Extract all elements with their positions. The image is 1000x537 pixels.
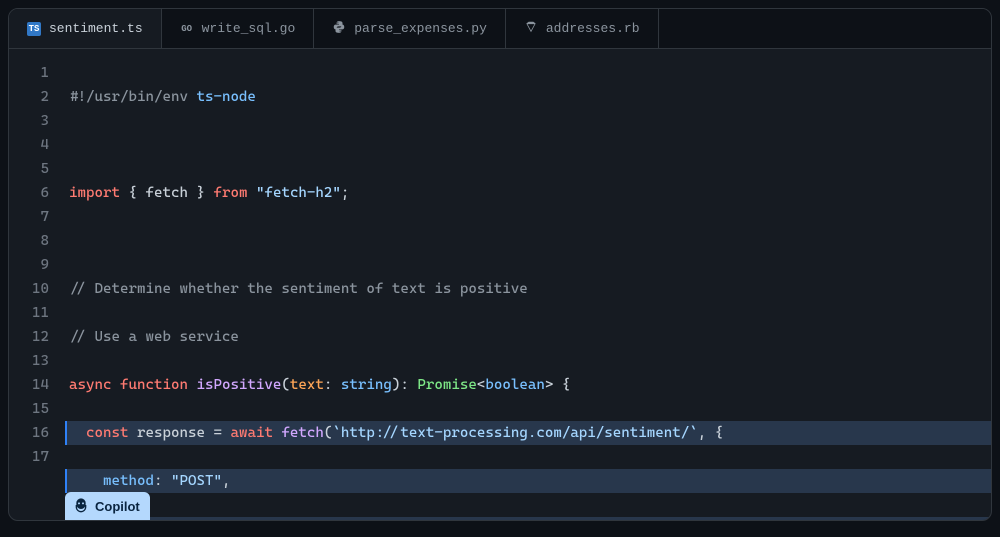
- line-number: 8: [9, 229, 49, 253]
- tab-label: addresses.rb: [546, 21, 640, 36]
- code-line: #!/usr/bin/env ts-node: [65, 85, 991, 109]
- copilot-badge[interactable]: Copilot: [65, 492, 150, 521]
- line-number: 11: [9, 301, 49, 325]
- code-line: // Use a web service: [65, 325, 991, 349]
- ruby-icon: [524, 20, 538, 38]
- code-line: method: "POST",: [65, 469, 991, 493]
- line-number: 13: [9, 349, 49, 373]
- tab-sentiment[interactable]: TS sentiment.ts: [9, 9, 162, 48]
- code-line: [65, 229, 991, 253]
- code-line: async function isPositive(text: string):…: [65, 373, 991, 397]
- code-area[interactable]: 1 2 3 4 5 6 7 8 9 10 11 12 13 14 15 16 1…: [9, 49, 991, 520]
- tab-parse-expenses[interactable]: parse_expenses.py: [314, 9, 506, 48]
- line-number: 7: [9, 205, 49, 229]
- code-line: [65, 133, 991, 157]
- tab-bar: TS sentiment.ts GO write_sql.go parse_ex…: [9, 9, 991, 49]
- python-icon: [332, 20, 346, 38]
- editor-window: TS sentiment.ts GO write_sql.go parse_ex…: [8, 8, 992, 521]
- copilot-label: Copilot: [95, 499, 140, 514]
- line-number: 1: [9, 61, 49, 85]
- code-line: const response = await fetch(`http://tex…: [65, 421, 991, 445]
- line-number: 3: [9, 109, 49, 133]
- tab-label: parse_expenses.py: [354, 21, 487, 36]
- line-number-gutter: 1 2 3 4 5 6 7 8 9 10 11 12 13 14 15 16 1…: [9, 61, 65, 520]
- copilot-icon: [73, 497, 89, 516]
- line-number: 17: [9, 445, 49, 469]
- line-number: 6: [9, 181, 49, 205]
- line-number: 16: [9, 421, 49, 445]
- code-content[interactable]: #!/usr/bin/env ts-node import { fetch } …: [65, 61, 991, 520]
- line-number: 15: [9, 397, 49, 421]
- line-number: 12: [9, 325, 49, 349]
- go-icon: GO: [180, 22, 194, 36]
- tab-label: sentiment.ts: [49, 21, 143, 36]
- code-line: // Determine whether the sentiment of te…: [65, 277, 991, 301]
- tab-write-sql[interactable]: GO write_sql.go: [162, 9, 315, 48]
- line-number: 4: [9, 133, 49, 157]
- tab-label: write_sql.go: [202, 21, 296, 36]
- ts-icon: TS: [27, 22, 41, 36]
- line-number: 14: [9, 373, 49, 397]
- line-number: 5: [9, 157, 49, 181]
- tab-addresses[interactable]: addresses.rb: [506, 9, 659, 48]
- code-line: body: `text=${text}`,: [65, 517, 991, 520]
- line-number: 9: [9, 253, 49, 277]
- line-number: 10: [9, 277, 49, 301]
- code-line: import { fetch } from "fetch-h2";: [65, 181, 991, 205]
- line-number: 2: [9, 85, 49, 109]
